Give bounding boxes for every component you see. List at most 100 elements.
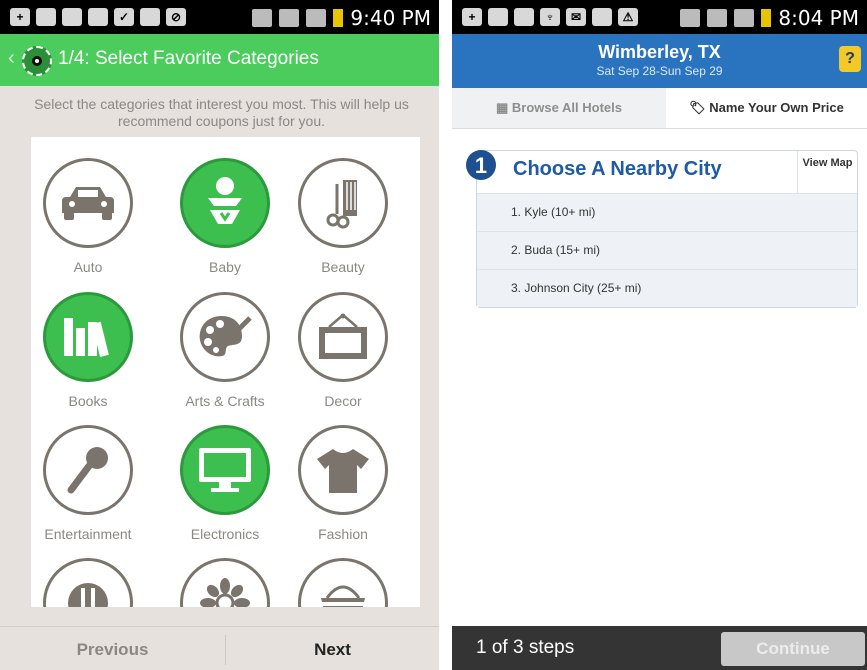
panel-title: Choose A Nearby City (513, 158, 722, 180)
tab-label: Name Your Own Price (709, 100, 844, 115)
warning-icon: ⚠ (618, 8, 638, 26)
category-label: Arts & Crafts (185, 393, 265, 409)
category-label: Decor (324, 393, 362, 409)
category-circle (43, 292, 133, 382)
hotel-icon: ▦ (496, 100, 512, 115)
mode-tabs: ▦ Browse All Hotels 🏷 Name Your Own Pric… (452, 88, 867, 129)
continue-button[interactable]: Continue (721, 632, 865, 666)
category-label: Entertainment (44, 526, 132, 542)
microphone-icon (67, 447, 108, 494)
location-header: Wimberley, TX Sat Sep 28-Sun Sep 29 ? (452, 34, 867, 88)
tshirt-icon (317, 449, 369, 493)
panel-header: 1 Choose A Nearby City View Map (466, 150, 857, 193)
category-books[interactable]: Books (33, 292, 143, 409)
left-phone-screen: + ✓ ⊘ 9:40 PM ‹ 1/4: Select Favorite Cat… (0, 0, 439, 670)
battery-icon (761, 9, 772, 27)
category-label: Baby (209, 259, 241, 275)
category-garden[interactable] (170, 558, 280, 607)
comb-scissors-icon (326, 180, 357, 229)
flower-icon (200, 578, 250, 607)
category-label: Beauty (321, 259, 365, 275)
city-list: 1. Kyle (10+ mi) 2. Buda (15+ mi) 3. Joh… (477, 193, 857, 307)
basket-icon (319, 585, 367, 607)
category-circle (298, 425, 388, 515)
app-bar: ‹ 1/4: Select Favorite Categories (0, 34, 439, 86)
picture-frame-icon (319, 313, 367, 359)
next-button[interactable]: Next (226, 627, 439, 670)
category-label: Auto (73, 259, 103, 275)
wifi-icon (279, 9, 300, 27)
previous-button[interactable]: Previous (0, 627, 225, 670)
notification-icons: + ♆ ✉ ⚠ (462, 8, 638, 26)
monitor-icon (199, 448, 251, 492)
category-arts-crafts[interactable]: Arts & Crafts (170, 292, 280, 409)
status-time: 9:40 PM (350, 6, 431, 30)
category-electronics[interactable]: Electronics (170, 425, 280, 542)
notes-icon (36, 8, 56, 26)
notes-icon (488, 8, 508, 26)
tab-label: Browse All Hotels (511, 100, 622, 115)
ebay-icon (592, 8, 612, 26)
date-range: Sat Sep 28-Sun Sep 29 (596, 64, 723, 78)
category-baby[interactable]: Baby (170, 158, 280, 275)
category-circle (298, 292, 388, 382)
category-entertainment[interactable]: Entertainment (33, 425, 143, 542)
signal-icon (306, 9, 327, 27)
steps-footer: 1 of 3 steps Continue (452, 626, 867, 670)
category-label: Books (68, 393, 108, 409)
back-chevron-icon[interactable]: ‹ (8, 47, 15, 70)
wizard-nav: Previous Next (0, 626, 439, 670)
step-number-badge: 1 (466, 150, 496, 180)
choose-city-panel: 1 Choose A Nearby City View Map 1. Kyle … (466, 150, 858, 308)
category-circle (43, 425, 133, 515)
gallery-icon (62, 8, 82, 26)
category-label: Electronics (190, 526, 260, 542)
page-title: 1/4: Select Favorite Categories (58, 48, 319, 69)
plus-icon: + (462, 8, 482, 26)
message-icon (88, 8, 108, 26)
app-logo-icon[interactable] (22, 46, 52, 76)
notification-icons: + ✓ ⊘ (10, 8, 186, 26)
status-bar: + ♆ ✉ ⚠ 8:04 PM (452, 0, 867, 34)
car-icon (62, 187, 114, 220)
view-map-button[interactable]: View Map (797, 151, 857, 193)
intro-text: Select the categories that interest you … (34, 96, 409, 129)
city-option-buda[interactable]: 2. Buda (15+ mi) (477, 231, 857, 269)
city-option-kyle[interactable]: 1. Kyle (10+ mi) (477, 193, 857, 231)
category-picnic[interactable] (288, 558, 398, 607)
check-icon: ✓ (114, 8, 134, 26)
wifi-icon (707, 9, 728, 27)
city-option-johnson-city[interactable]: 3. Johnson City (25+ mi) (477, 269, 857, 307)
palette-icon (199, 316, 252, 357)
category-label: Fashion (318, 526, 368, 542)
category-fashion[interactable]: Fashion (288, 425, 398, 542)
category-circle (180, 558, 270, 607)
category-auto[interactable]: Auto (33, 158, 143, 275)
category-circle (298, 558, 388, 607)
category-circle (298, 158, 388, 248)
status-time: 8:04 PM (778, 6, 859, 30)
help-button[interactable]: ? (839, 46, 861, 72)
category-circle (180, 292, 270, 382)
status-bar: + ✓ ⊘ 9:40 PM (0, 0, 439, 34)
category-circle (43, 158, 133, 248)
category-beauty[interactable]: Beauty (288, 158, 398, 275)
mail-icon: ✉ (566, 8, 586, 26)
plus-icon: + (10, 8, 30, 26)
books-icon (64, 318, 109, 357)
city-title: Wimberley, TX (598, 42, 721, 62)
blocked-icon: ⊘ (166, 8, 186, 26)
signal-icon (734, 9, 755, 27)
category-dining[interactable] (33, 558, 143, 607)
baby-icon (208, 177, 242, 224)
category-decor[interactable]: Decor (288, 292, 398, 409)
restaurant-icon: ♆ (540, 8, 560, 26)
tab-browse-all-hotels[interactable]: ▦ Browse All Hotels (452, 88, 666, 128)
category-circle (180, 158, 270, 248)
gallery-icon (514, 8, 534, 26)
mute-icon (252, 9, 273, 27)
category-circle (43, 558, 133, 607)
download-icon (140, 8, 160, 26)
tab-name-your-own-price[interactable]: 🏷 Name Your Own Price (666, 88, 867, 128)
category-grid: Auto Baby Beauty Books Arts & Crafts Dec… (31, 137, 420, 607)
